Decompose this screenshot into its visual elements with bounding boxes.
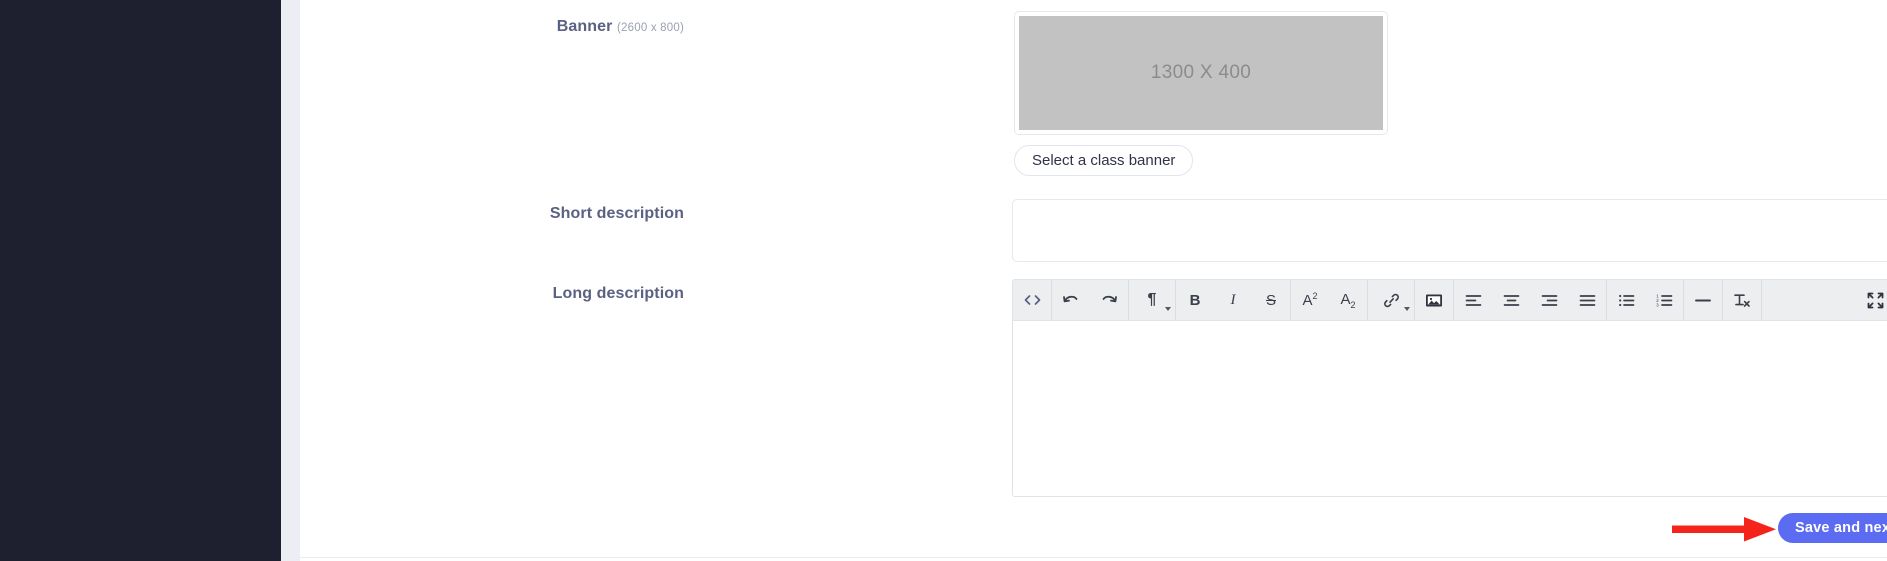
toolbar-group-view [1762,280,1887,320]
banner-dimensions-hint: (2600 x 800) [617,22,684,34]
chevron-down-icon [1165,306,1171,311]
editor-toolbar: ¶ B I S A2 A2 1 2 3 [1013,280,1887,321]
strikethrough-icon[interactable]: S [1252,280,1290,321]
bold-icon[interactable]: B [1176,280,1214,321]
long-description-label: Long description [300,285,684,303]
long-description-input[interactable] [1013,321,1887,496]
undo-icon[interactable] [1052,280,1090,321]
banner-label-text: Banner [556,18,613,35]
page-root: Banner (2600 x 800) 1300 X 400 Select a … [0,0,1887,561]
rich-text-editor: ¶ B I S A2 A2 1 2 3 [1012,279,1887,497]
toolbar-group-alignment [1454,280,1607,320]
select-class-banner-button[interactable]: Select a class banner [1014,145,1194,176]
align-justify-icon[interactable] [1568,280,1606,321]
align-left-icon[interactable] [1454,280,1492,321]
fullscreen-icon[interactable] [1856,280,1887,321]
toolbar-group-clear [1723,280,1762,320]
banner-preview-card[interactable]: 1300 X 400 [1014,11,1388,135]
toolbar-group-script: A2 A2 [1291,280,1368,320]
banner-field-label: Banner (2600 x 800) [300,18,684,36]
sidebar-content-divider [281,0,300,561]
toolbar-group-history [1052,280,1129,320]
short-description-input[interactable] [1012,199,1887,262]
insert-link-icon[interactable] [1368,280,1414,321]
unordered-list-icon[interactable] [1607,280,1645,321]
italic-icon[interactable]: I [1214,280,1252,321]
align-right-icon[interactable] [1530,280,1568,321]
chevron-down-icon [1404,306,1410,311]
align-center-icon[interactable] [1492,280,1530,321]
clear-formatting-icon[interactable] [1723,280,1761,321]
ordered-list-icon[interactable]: 1 2 3 [1645,280,1683,321]
horizontal-rule-icon[interactable] [1684,280,1722,321]
short-description-label-text: Short description [549,205,684,222]
toolbar-group-media [1415,280,1454,320]
toolbar-group-paragraph: ¶ [1129,280,1176,320]
redo-icon[interactable] [1090,280,1128,321]
save-and-next-label: Save and next [1795,520,1887,536]
toolbar-group-lists: 1 2 3 [1607,280,1684,320]
red-pointer-arrow [1672,517,1776,542]
toolbar-group-code [1013,280,1052,320]
save-and-next-button[interactable]: Save and next → [1778,513,1887,543]
short-description-label: Short description [300,205,684,223]
paragraph-format-icon[interactable]: ¶ [1129,280,1175,321]
main-content-panel: Banner (2600 x 800) 1300 X 400 Select a … [300,0,1887,561]
toolbar-group-rule [1684,280,1723,320]
select-class-banner-label: Select a class banner [1032,152,1176,169]
banner-placeholder-image: 1300 X 400 [1019,16,1383,130]
long-description-label-text: Long description [552,285,684,302]
toolbar-group-inline-style: B I S [1176,280,1291,320]
toolbar-group-link [1368,280,1415,320]
superscript-icon[interactable]: A2 [1291,280,1329,321]
code-view-icon[interactable] [1013,280,1051,321]
navigation-sidebar[interactable] [0,0,281,561]
subscript-icon[interactable]: A2 [1329,280,1367,321]
svg-text:3: 3 [1656,302,1659,307]
footer-divider [300,557,1887,558]
insert-image-icon[interactable] [1415,280,1453,321]
banner-placeholder-text: 1300 X 400 [1150,62,1252,83]
